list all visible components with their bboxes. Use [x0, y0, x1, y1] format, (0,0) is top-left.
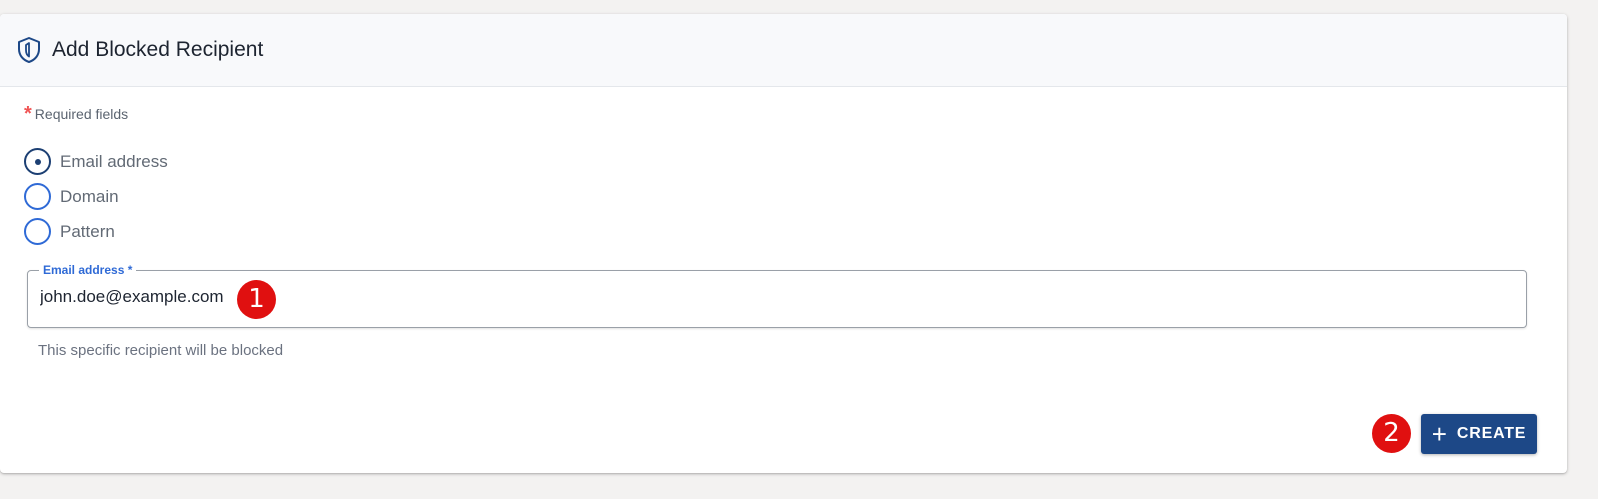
- annotation-marker-2: 2: [1372, 414, 1411, 453]
- email-address-input[interactable]: [40, 287, 240, 307]
- plus-icon: +: [1431, 419, 1447, 449]
- create-button-label: CREATE: [1456, 425, 1527, 442]
- annotation-marker-1: 1: [237, 280, 276, 319]
- radio-pattern[interactable]: Pattern: [24, 218, 115, 245]
- add-blocked-recipient-card: Add Blocked Recipient * Required fields …: [0, 14, 1567, 473]
- radio-button-email-address[interactable]: [24, 148, 51, 175]
- radio-domain[interactable]: Domain: [24, 183, 119, 210]
- radio-label-pattern[interactable]: Pattern: [60, 222, 115, 242]
- radio-label-email-address[interactable]: Email address: [60, 152, 168, 172]
- create-button[interactable]: + CREATE: [1421, 414, 1537, 454]
- radio-label-domain[interactable]: Domain: [60, 187, 119, 207]
- field-hint: This specific recipient will be blocked: [38, 342, 284, 359]
- page-title: Add Blocked Recipient: [52, 38, 264, 61]
- radio-button-pattern[interactable]: [24, 218, 51, 245]
- required-asterisk: *: [24, 103, 32, 125]
- radio-email-address[interactable]: Email address: [24, 148, 168, 175]
- radio-button-domain[interactable]: [24, 183, 51, 210]
- shield-icon: [16, 36, 42, 64]
- required-fields-text: Required fields: [34, 106, 129, 122]
- card-header: Add Blocked Recipient: [0, 14, 1567, 87]
- email-address-field-label: Email address *: [39, 263, 137, 277]
- required-fields-note: * Required fields: [24, 103, 129, 125]
